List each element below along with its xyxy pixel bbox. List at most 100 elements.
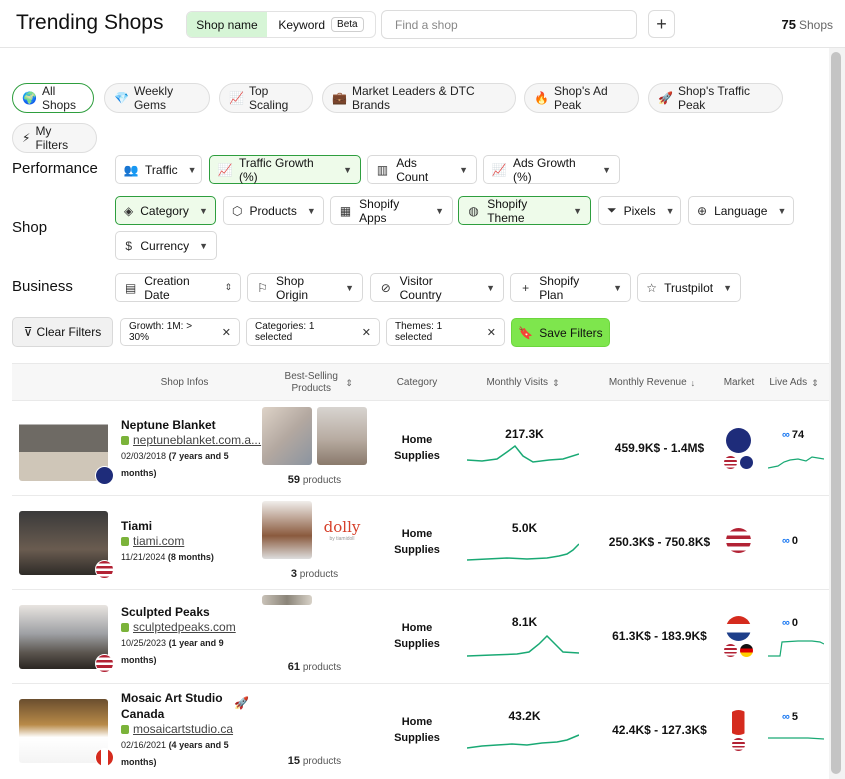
gem-icon: 💎 (114, 91, 129, 105)
flag-canada-icon (95, 748, 114, 767)
shop-url[interactable]: mosaicartstudio.ca (121, 722, 271, 736)
clear-filters-button[interactable]: ⊽ Clear Filters (12, 317, 113, 347)
chevron-down-icon: ▼ (459, 164, 468, 175)
visits-sparkline (467, 543, 579, 561)
filter-visitor-country[interactable]: ⊘ Visitor Country ▼ (370, 273, 504, 302)
chevron-down-icon: ▼ (187, 164, 197, 175)
filter-shopify-apps[interactable]: ▦ Shopify Apps ▼ (330, 196, 453, 225)
col-live-ads[interactable]: Live Ads ⇕ (764, 364, 824, 402)
product-image[interactable] (262, 407, 312, 465)
top-header: Trending Shops Shop name KeywordBeta + 7… (0, 0, 845, 48)
chevron-down-icon: ▼ (306, 205, 316, 216)
live-ads: ∞ 74 (782, 429, 805, 441)
flag-usa-icon (732, 738, 745, 751)
live-ads: ∞ 0 (782, 617, 798, 629)
box-icon: ⬡ (232, 203, 243, 218)
ads-sparkline (768, 640, 824, 657)
sort-icon: ⇕ (224, 282, 232, 292)
shop-url[interactable]: neptuneblanket.com.a... (121, 433, 271, 447)
table-row[interactable]: Sculpted Peaks sculptedpeaks.com 10/25/2… (12, 590, 829, 684)
col-best-selling-products[interactable]: Best-Selling Products ⇕ (267, 364, 367, 402)
preset-shop-ad-peak[interactable]: 🔥 Shop's Ad Peak (524, 83, 639, 113)
preset-market-leaders[interactable]: 💼 Market Leaders & DTC Brands (322, 83, 516, 113)
table-row[interactable]: Mosaic Art Studio Canada 🚀 mosaicartstud… (12, 684, 829, 778)
filter-category[interactable]: ◈ Category ▼ (115, 196, 216, 225)
shopify-icon (121, 622, 129, 632)
shop-date: 11/21/2024 (8 months) (121, 552, 214, 562)
filter-ads-growth[interactable]: 📈 Ads Growth (%) ▼ (483, 155, 620, 184)
palette-icon: ◍ (468, 203, 479, 218)
flag-uk-icon (740, 456, 753, 469)
col-monthly-visits[interactable]: Monthly Visits ⇕ (467, 364, 579, 402)
scrollbar-thumb[interactable] (831, 52, 841, 774)
filter-ads-count[interactable]: ▥ Ads Count ▼ (367, 155, 477, 184)
filter-products[interactable]: ⬡ Products ▼ (223, 196, 324, 225)
globe-icon: 🌍 (22, 91, 37, 105)
shop-name[interactable]: Mosaic Art Studio Canada (121, 690, 236, 722)
preset-top-scaling[interactable]: 📈 Top Scaling (219, 83, 313, 113)
add-button[interactable]: + (648, 10, 675, 38)
shop-url[interactable]: sculptedpeaks.com (121, 620, 271, 634)
category-label: Home Supplies (394, 716, 440, 744)
chevron-down-icon: ▼ (435, 205, 444, 216)
filter-creation-date[interactable]: ▤ Creation Date ⇕ (115, 273, 241, 302)
table-header: Shop Infos Best-Selling Products ⇕ Catego… (12, 363, 829, 401)
col-market[interactable]: Market (717, 364, 761, 402)
users-icon: 👥 (123, 162, 139, 177)
shopify-icon (121, 536, 129, 546)
filter-traffic-growth[interactable]: 📈 Traffic Growth (%) ▼ (209, 155, 361, 184)
preset-my-filters[interactable]: ⚡ My Filters (12, 123, 97, 153)
preset-weekly-gems[interactable]: 💎 Weekly Gems (104, 83, 210, 113)
filter-language[interactable]: ⊕ Language ▼ (688, 196, 794, 225)
sort-icon: ⇕ (345, 378, 353, 388)
chevron-down-icon: ▼ (573, 205, 582, 216)
meta-icon: ∞ (782, 535, 790, 547)
filter-shop-origin[interactable]: ⚐ Shop Origin ▼ (247, 273, 363, 302)
search-mode-toggle: Shop name Keyword Beta (186, 11, 376, 38)
chip-growth[interactable]: Growth: 1M: > 30% ✕ (120, 318, 240, 346)
close-icon[interactable]: ✕ (487, 326, 496, 339)
shop-label: Shop (12, 219, 48, 236)
filter-traffic[interactable]: 👥 Traffic ▼ (115, 155, 202, 184)
monthly-revenue: 459.9K$ - 1.4M$ (614, 441, 705, 455)
product-logo-image[interactable]: dolly by tiamidoll (317, 501, 367, 559)
meta-icon: ∞ (782, 429, 790, 441)
visits-sparkline (467, 444, 579, 463)
filter-shopify-plan[interactable]: + Shopify Plan ▼ (510, 273, 631, 302)
toggle-keyword[interactable]: Keyword Beta (267, 12, 375, 37)
table-row[interactable]: Neptune Blanket neptuneblanket.com.a... … (12, 402, 829, 496)
monthly-revenue: 250.3K$ - 750.8K$ (608, 535, 711, 549)
shop-name[interactable]: Sculpted Peaks (121, 604, 210, 620)
col-monthly-revenue[interactable]: Monthly Revenue ↓ (587, 364, 717, 402)
filter-shopify-theme[interactable]: ◍ Shopify Theme ▼ (458, 196, 591, 225)
chip-categories[interactable]: Categories: 1 selected ✕ (246, 318, 380, 346)
col-category[interactable]: Category (382, 364, 452, 402)
close-icon[interactable]: ✕ (362, 326, 371, 339)
product-image[interactable] (262, 501, 312, 559)
table-row[interactable]: Tiami tiami.com 11/21/2024 (8 months) do… (12, 496, 829, 590)
lightning-icon: ⚡ (22, 131, 31, 145)
filter-trustpilot[interactable]: ☆ Trustpilot ▼ (637, 273, 741, 302)
chip-themes[interactable]: Themes: 1 selected ✕ (386, 318, 505, 346)
flag-canada-icon (726, 710, 751, 735)
filter-currency[interactable]: $ Currency ▼ (115, 231, 217, 260)
product-image[interactable] (262, 595, 312, 605)
monthly-visits: 5.0K (511, 521, 538, 535)
col-shop-infos[interactable]: Shop Infos (132, 364, 237, 402)
monthly-visits: 43.2K (508, 709, 541, 723)
preset-shop-traffic-peak[interactable]: 🚀 Shop's Traffic Peak (648, 83, 783, 113)
save-filters-button[interactable]: 🔖 Save Filters (511, 318, 610, 347)
bookmark-icon: 🔖 (518, 325, 534, 340)
shop-search-input[interactable] (381, 10, 637, 39)
toggle-shop-name[interactable]: Shop name (187, 12, 267, 37)
product-image[interactable] (317, 407, 367, 465)
filter-pixels[interactable]: ⏷ Pixels ▼ (598, 196, 681, 225)
ads-sparkline (768, 456, 824, 469)
chart-icon: 📈 (229, 91, 244, 105)
shop-name[interactable]: Neptune Blanket (121, 417, 216, 433)
shop-name[interactable]: Tiami (121, 518, 152, 534)
live-ads: ∞ 0 (782, 535, 798, 547)
shop-url[interactable]: tiami.com (121, 534, 271, 548)
preset-all-shops[interactable]: 🌍 All Shops (12, 83, 94, 113)
close-icon[interactable]: ✕ (222, 326, 231, 339)
